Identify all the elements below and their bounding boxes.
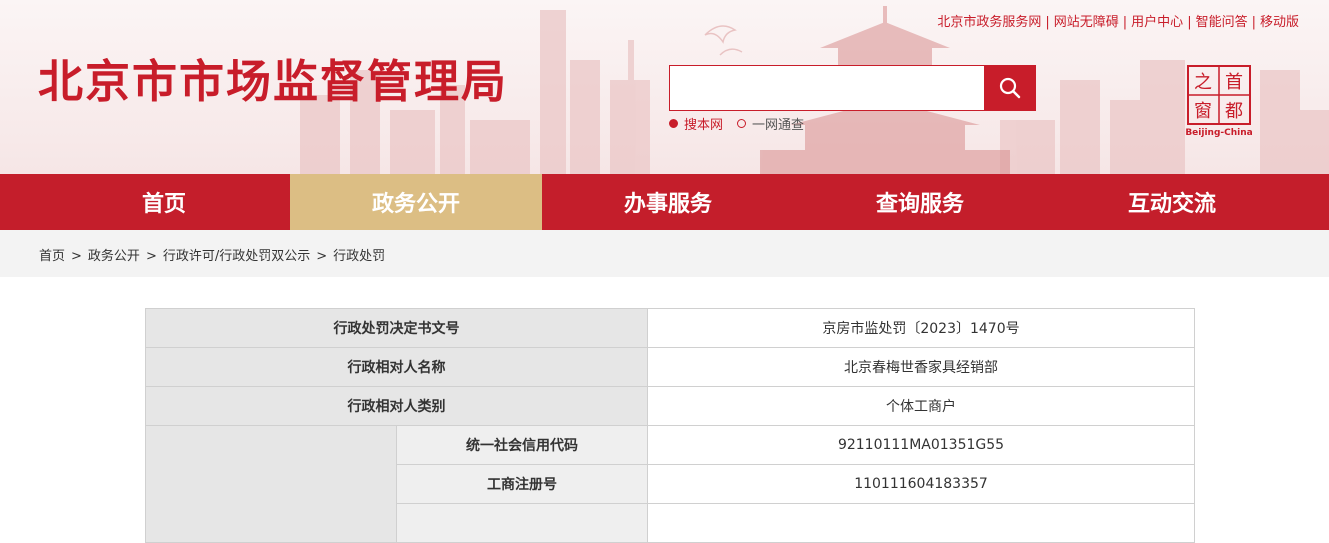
logo-char: 窗 xyxy=(1194,101,1212,122)
breadcrumb-publicity[interactable]: 行政许可/行政处罚双公示 xyxy=(163,249,310,264)
row-value xyxy=(647,503,1195,543)
penalty-info-table: 行政处罚决定书文号 京房市监处罚〔2023〕1470号 行政相对人名称 北京春梅… xyxy=(145,308,1195,543)
breadcrumb-home[interactable]: 首页 xyxy=(39,249,65,264)
row-label: 工商注册号 xyxy=(396,464,648,504)
table-row: 行政相对人名称 北京春梅世香家具经销部 xyxy=(145,347,1195,387)
search-input[interactable] xyxy=(669,65,985,111)
logo-char: 都 xyxy=(1225,101,1243,122)
table-row: 行政处罚决定书文号 京房市监处罚〔2023〕1470号 xyxy=(145,308,1195,348)
radio-selected-icon xyxy=(669,119,678,128)
divider: | xyxy=(1251,15,1256,30)
row-value: 北京春梅世香家具经销部 xyxy=(647,347,1195,387)
divider: | xyxy=(1045,15,1050,30)
row-label xyxy=(396,503,648,543)
top-link-smart-qa[interactable]: 智能问答 xyxy=(1196,15,1248,30)
nav-item-interaction[interactable]: 互动交流 xyxy=(1046,174,1298,230)
table-row: 行政相对人类别 个体工商户 xyxy=(145,386,1195,426)
breadcrumb-separator: > xyxy=(145,249,157,264)
nav-item-gov-affairs[interactable]: 政务公开 xyxy=(290,174,542,230)
breadcrumb-bar: 首页 > 政务公开 > 行政许可/行政处罚双公示 > 行政处罚 xyxy=(0,230,1329,277)
row-value: 京房市监处罚〔2023〕1470号 xyxy=(647,308,1195,348)
top-link-gov-service[interactable]: 北京市政务服务网 xyxy=(937,15,1041,30)
nav-item-services[interactable]: 办事服务 xyxy=(542,174,794,230)
nav-item-query[interactable]: 查询服务 xyxy=(794,174,1046,230)
row-label: 行政相对人类别 xyxy=(145,386,648,426)
divider: | xyxy=(1187,15,1192,30)
search-scope-all[interactable]: 一网通查 xyxy=(737,114,804,133)
row-label: 行政处罚决定书文号 xyxy=(145,308,648,348)
breadcrumb-current: 行政处罚 xyxy=(333,249,386,264)
search-button[interactable] xyxy=(984,65,1036,111)
table-row: 统一社会信用代码 92110111MA01351G55 xyxy=(145,425,1195,543)
top-link-accessibility[interactable]: 网站无障碍 xyxy=(1054,15,1119,30)
radio-label: 一网通查 xyxy=(752,118,805,133)
row-value: 个体工商户 xyxy=(647,386,1195,426)
row-label: 统一社会信用代码 xyxy=(396,425,648,465)
top-links: 北京市政务服务网 | 网站无障碍 | 用户中心 | 智能问答 | 移动版 xyxy=(937,11,1299,30)
capital-window-logo[interactable]: 首 都 之 窗 Beijing-China xyxy=(1186,64,1252,138)
radio-unselected-icon xyxy=(737,119,747,128)
row-label: 行政相对人名称 xyxy=(145,347,648,387)
top-link-mobile[interactable]: 移动版 xyxy=(1260,15,1299,30)
search-icon xyxy=(999,77,1021,99)
divider: | xyxy=(1122,15,1128,30)
radio-label: 搜本网 xyxy=(684,118,724,133)
search-scope-site[interactable]: 搜本网 xyxy=(669,114,723,133)
breadcrumb-gov-affairs[interactable]: 政务公开 xyxy=(88,249,140,264)
logo-char: 之 xyxy=(1194,72,1212,93)
site-title: 北京市市场监督管理局 xyxy=(38,55,509,108)
row-value: 92110111MA01351G55 xyxy=(647,425,1195,465)
logo-char: 首 xyxy=(1225,72,1243,93)
row-value: 110111604183357 xyxy=(647,464,1195,504)
search-scope: 搜本网 一网通查 xyxy=(669,114,818,133)
group-label-cell xyxy=(145,425,397,543)
breadcrumb-separator: > xyxy=(316,249,328,264)
nav-item-home[interactable]: 首页 xyxy=(38,174,290,230)
breadcrumb: 首页 > 政务公开 > 行政许可/行政处罚双公示 > 行政处罚 xyxy=(39,245,385,264)
logo-caption: Beijing-China xyxy=(1186,128,1252,138)
main-nav: 首页 政务公开 办事服务 查询服务 互动交流 xyxy=(0,174,1329,230)
breadcrumb-separator: > xyxy=(71,249,82,264)
site-header: 北京市市场监督管理局 北京市政务服务网 | 网站无障碍 | 用户中心 | 智能问答 | 移动版 … xyxy=(0,0,1329,174)
top-link-user-center[interactable]: 用户中心 xyxy=(1131,15,1183,30)
